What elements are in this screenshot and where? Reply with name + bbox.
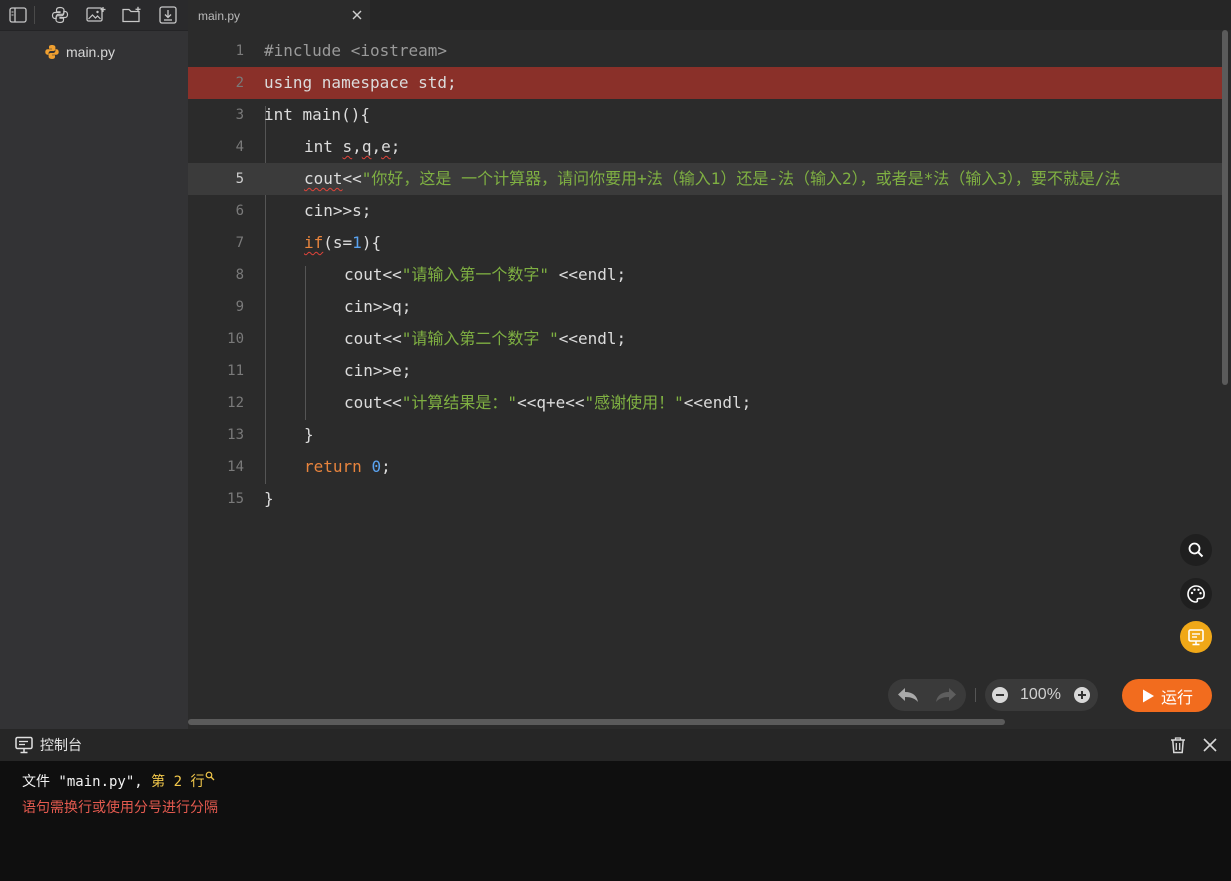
console-error-message: 语句需换行或使用分号进行分隔 (22, 800, 218, 816)
code-line: 15 } (188, 483, 1222, 515)
code-text: cin>>e; (344, 361, 412, 380)
presentation-button[interactable] (1180, 621, 1212, 653)
image-add-icon[interactable] (86, 5, 106, 25)
code-text: } (304, 425, 314, 444)
line-number: 6 (235, 203, 244, 219)
code-text: cout<<"请输入第一个数字" <<endl; (344, 265, 627, 284)
code-line: 10 cout<<"请输入第二个数字 "<<endl; (188, 323, 1222, 355)
play-icon (1142, 689, 1154, 702)
code-text: int main(){ (264, 105, 370, 124)
code-line: 13 } (188, 419, 1222, 451)
code-text: cout<<"请输入第二个数字 "<<endl; (344, 329, 627, 348)
code-line-error: 2 using namespace std; (188, 67, 1222, 99)
code-line: 12 cout<<"计算结果是："<<q+e<<"感谢使用！"<<endl; (188, 387, 1222, 419)
line-number: 4 (235, 139, 244, 155)
search-button[interactable] (1180, 534, 1212, 566)
code-line-current: 5 cout<<"你好，这是 一个计算器，请问你要用+法（输入1）还是-法（输入… (188, 163, 1222, 195)
controls-divider (975, 688, 976, 702)
zoom-control: 100% (985, 679, 1098, 711)
search-icon (1188, 542, 1204, 558)
close-icon[interactable] (1202, 737, 1218, 753)
code-line: 4 int s,q,e; (188, 131, 1222, 163)
file-item-main-py[interactable]: main.py (44, 42, 115, 62)
toolbar-divider (34, 6, 35, 24)
tab-label: main.py (198, 9, 241, 23)
zoom-out-icon[interactable] (991, 686, 1009, 704)
code-text: cin>>q; (344, 297, 412, 316)
code-line: 1 #include <iostream> (188, 35, 1222, 67)
code-text: cout<<"你好，这是 一个计算器，请问你要用+法（输入1）还是-法（输入2）… (304, 169, 1121, 188)
line-number: 11 (227, 363, 244, 379)
sidebar-toggle-icon[interactable] (8, 5, 28, 25)
code-line: 7 if(s=1){ (188, 227, 1222, 259)
line-number: 14 (227, 459, 244, 475)
code-text: #include <iostream> (264, 41, 448, 60)
sidebar-toolbar (0, 0, 188, 31)
theme-button[interactable] (1180, 578, 1212, 610)
search-icon[interactable] (205, 771, 215, 781)
zoom-level: 100% (1020, 686, 1061, 703)
line-number: 13 (227, 427, 244, 443)
code-editor[interactable]: 1 #include <iostream> 2 using namespace … (188, 30, 1231, 720)
code-line: 11 cin>>e; (188, 355, 1222, 387)
code-line: 9 cin>>q; (188, 291, 1222, 323)
code-text: return 0; (304, 457, 391, 476)
code-line: 6 cin>>s; (188, 195, 1222, 227)
console-icon (15, 736, 33, 754)
code-line: 3 int main(){ (188, 99, 1222, 131)
code-text: if(s=1){ (304, 233, 382, 252)
run-button-label: 运行 (1160, 689, 1193, 707)
close-icon[interactable] (350, 8, 364, 22)
line-number: 12 (227, 395, 244, 411)
line-number: 15 (227, 491, 244, 507)
trash-icon[interactable] (1169, 736, 1187, 754)
palette-icon (1187, 585, 1205, 603)
line-number: 1 (235, 43, 244, 59)
console-header: 控制台 (0, 729, 1231, 761)
line-number: 8 (235, 267, 244, 283)
file-sidebar: main.py (0, 0, 188, 729)
undo-redo-group (888, 679, 966, 711)
zoom-in-icon[interactable] (1073, 686, 1091, 704)
line-number: 10 (227, 331, 244, 347)
code-text: cout<<"计算结果是："<<q+e<<"感谢使用！"<<endl; (344, 393, 752, 412)
code-text: using namespace std; (264, 73, 457, 92)
tab-main-py[interactable]: main.py (188, 0, 370, 30)
code-text: } (264, 489, 274, 508)
python-file-icon (45, 45, 59, 59)
vertical-scrollbar[interactable] (1222, 30, 1228, 385)
folder-add-icon[interactable] (122, 5, 142, 25)
code-line: 8 cout<<"请输入第一个数字" <<endl; (188, 259, 1222, 291)
undo-icon[interactable] (896, 685, 920, 705)
run-button[interactable]: 运行 (1122, 679, 1212, 712)
console-error-location: 文件 "main.py", 第 2 行 (22, 771, 215, 791)
download-icon[interactable] (158, 5, 178, 25)
error-line-link[interactable]: 第 2 行 (151, 771, 215, 790)
code-text: cin>>s; (304, 201, 372, 220)
line-number: 9 (235, 299, 244, 315)
console-title: 控制台 (40, 737, 82, 753)
horizontal-scrollbar[interactable] (188, 719, 1005, 725)
presentation-icon (1188, 629, 1204, 646)
redo-icon[interactable] (934, 685, 958, 705)
line-number: 3 (235, 107, 244, 123)
file-item-label: main.py (66, 44, 116, 60)
line-number: 2 (235, 75, 244, 91)
editor-tab-bar: main.py (188, 0, 1231, 30)
console-output: 文件 "main.py", 第 2 行 语句需换行或使用分号进行分隔 (0, 761, 1231, 881)
line-number: 5 (235, 171, 244, 187)
line-number: 7 (235, 235, 244, 251)
code-line: 14 return 0; (188, 451, 1222, 483)
python-icon[interactable] (50, 5, 70, 25)
code-text: int s,q,e; (304, 137, 401, 156)
